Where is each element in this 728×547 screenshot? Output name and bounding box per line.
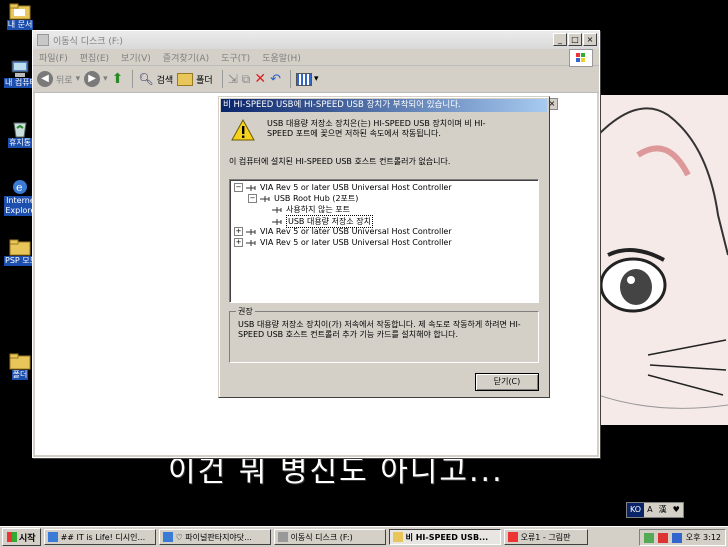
menu-view[interactable]: 보기(V): [121, 51, 151, 64]
back-arrow-icon: ◀: [37, 71, 53, 87]
toolbar: ◀ 뒤로 ▾ ▶ ▾ ⬆ 🔍︎ 검색 폴더 ⇲ ⧉ ✕ ↶ ▾: [33, 66, 599, 93]
paint-icon: [507, 532, 518, 542]
svg-text:e: e: [16, 181, 23, 194]
menu-file[interactable]: 파일(F): [39, 51, 68, 64]
recycle-bin-icon: [9, 120, 31, 138]
delete-x-icon: ✕: [254, 71, 267, 87]
collapse-icon[interactable]: −: [234, 183, 243, 192]
tray-network-icon[interactable]: [643, 532, 654, 543]
explorer-title: 이동식 디스크 (F:): [53, 36, 123, 47]
taskbar: 시작 ## IT is Life! 디시인... ♡ 파이널판타지야닷... 이…: [0, 526, 728, 547]
menu-tools[interactable]: 도구(T): [221, 51, 250, 64]
folder-icon: [392, 532, 403, 542]
usb-icon: [272, 218, 283, 226]
toolbar-separator: [221, 70, 223, 88]
expand-icon[interactable]: +: [234, 227, 243, 236]
internet-explorer-icon: e: [9, 178, 31, 196]
ime-hanja[interactable]: 漢: [656, 503, 670, 517]
undo-icon: ↶: [270, 71, 281, 87]
usb-icon: [272, 206, 283, 214]
explorer-titlebar[interactable]: 이동식 디스크 (F:): [33, 31, 599, 49]
taskbar-item-finalfantasy[interactable]: ♡ 파이널판타지야닷...: [158, 529, 271, 545]
browser-icon: [47, 532, 58, 542]
recommendation-group: 권장 USB 대용량 저장소 장치이(가) 저속에서 작동합니다. 제 속도로 …: [229, 306, 539, 363]
ime-symbol[interactable]: ♥: [670, 503, 683, 517]
window-controls: _ □ ×: [553, 33, 597, 46]
windows-logo-icon: [569, 49, 593, 67]
wallpaper-illustration: [598, 95, 728, 425]
back-button[interactable]: ◀ 뒤로 ▾: [37, 68, 80, 90]
browser-icon: [162, 532, 173, 542]
search-icon: 🔍︎: [138, 72, 154, 86]
drive-icon: [37, 34, 49, 46]
close-dialog-button[interactable]: 닫기(C): [475, 373, 539, 391]
folder-icon: [9, 2, 31, 20]
system-tray: 오후 3:12: [638, 529, 726, 546]
folders-button[interactable]: 폴더: [177, 68, 213, 90]
ime-toolbar: KO A 漢 ♥: [626, 502, 684, 518]
folder-icon: [9, 238, 31, 256]
recommendation-title: 권장: [236, 306, 255, 317]
taskbar-item-paint[interactable]: 오류1 - 그림판: [503, 529, 588, 545]
taskbar-item-usb-dialog[interactable]: 비 HI-SPEED USB...: [388, 529, 501, 545]
expand-icon[interactable]: +: [234, 238, 243, 247]
search-button[interactable]: 🔍︎ 검색: [138, 68, 173, 90]
up-folder-icon: ⬆: [111, 71, 124, 87]
dialog-info: 이 컴퓨터에 설치된 HI-SPEED USB 호스트 컨트롤러가 없습니다.: [229, 157, 451, 166]
close-button[interactable]: ×: [583, 33, 597, 46]
chevron-down-icon: ▾: [103, 74, 108, 84]
tree-item-host-controller-3[interactable]: + VIA Rev 5 or later USB Universal Host …: [234, 237, 452, 248]
menu-bar: 파일(F) 편집(E) 보기(V) 즐겨찾기(A) 도구(T) 도움말(H): [33, 49, 599, 66]
minimize-button[interactable]: _: [553, 33, 567, 46]
toolbar-separator: [290, 70, 291, 88]
move-to-icon: ⇲: [227, 72, 238, 86]
tree-item-root-hub[interactable]: − USB Root Hub (2포트): [248, 193, 358, 204]
folder-icon: [177, 72, 194, 86]
recommendation-text: USB 대용량 저장소 장치이(가) 저속에서 작동합니다. 제 속도로 작동하…: [238, 320, 521, 339]
usb-icon: [246, 239, 257, 247]
usb-device-tree[interactable]: − VIA Rev 5 or later USB Universal Host …: [229, 179, 539, 303]
menu-edit[interactable]: 편집(E): [80, 51, 109, 64]
drive-icon: [277, 532, 288, 542]
ime-alpha[interactable]: A: [644, 503, 655, 517]
tree-item-unused-port[interactable]: 사용하지 않는 포트: [272, 204, 350, 215]
views-icon: [296, 72, 312, 86]
ime-language[interactable]: KO: [627, 503, 645, 517]
collapse-icon[interactable]: −: [248, 194, 257, 203]
usb-icon: [246, 228, 257, 236]
forward-button[interactable]: ▶ ▾: [84, 68, 108, 90]
undo-button[interactable]: ↶: [270, 68, 281, 90]
forward-arrow-icon: ▶: [84, 71, 101, 87]
tree-item-host-controller-1[interactable]: − VIA Rev 5 or later USB Universal Host …: [234, 182, 452, 193]
menu-help[interactable]: 도움말(H): [262, 51, 301, 64]
tray-usb-icon[interactable]: [671, 532, 682, 543]
taskbar-item-dcinside[interactable]: ## IT is Life! 디시인...: [43, 529, 156, 545]
tree-item-host-controller-2[interactable]: + VIA Rev 5 or later USB Universal Host …: [234, 226, 452, 237]
windows-flag-icon: [7, 532, 17, 542]
computer-icon: [9, 60, 31, 78]
delete-button[interactable]: ✕: [254, 68, 266, 90]
warning-icon: [231, 118, 255, 144]
chevron-down-icon: ▾: [314, 74, 319, 84]
dialog-title[interactable]: 비 HI-SPEED USB에 HI-SPEED USB 장치가 부착되어 있습…: [221, 99, 547, 112]
clock[interactable]: 오후 3:12: [686, 532, 721, 543]
toolbar-separator: [132, 70, 134, 88]
menu-favorites[interactable]: 즐겨찾기(A): [163, 51, 209, 64]
desktop-icon-my-documents[interactable]: 내 문서: [4, 2, 36, 30]
usb-icon: [260, 195, 271, 203]
folder-icon: [9, 352, 31, 370]
chevron-down-icon: ▾: [75, 74, 81, 84]
views-button[interactable]: ▾: [296, 68, 319, 90]
tray-shield-icon[interactable]: [657, 532, 668, 543]
maximize-button[interactable]: □: [568, 33, 582, 46]
move-to-button[interactable]: ⇲: [228, 68, 238, 90]
start-button[interactable]: 시작: [2, 528, 41, 546]
taskbar-item-removable-disk[interactable]: 이동식 디스크 (F:): [273, 529, 386, 545]
copy-to-button[interactable]: ⧉: [242, 68, 251, 90]
usb-speed-dialog: 비 HI-SPEED USB에 HI-SPEED USB 장치가 부착되어 있습…: [218, 96, 550, 398]
copy-to-icon: ⧉: [241, 71, 251, 86]
usb-icon: [246, 184, 257, 192]
up-folder-button[interactable]: ⬆: [112, 68, 124, 90]
dialog-message: USB 대용량 저장소 장치은(는) HI-SPEED USB 장치이며 비 H…: [267, 119, 486, 138]
